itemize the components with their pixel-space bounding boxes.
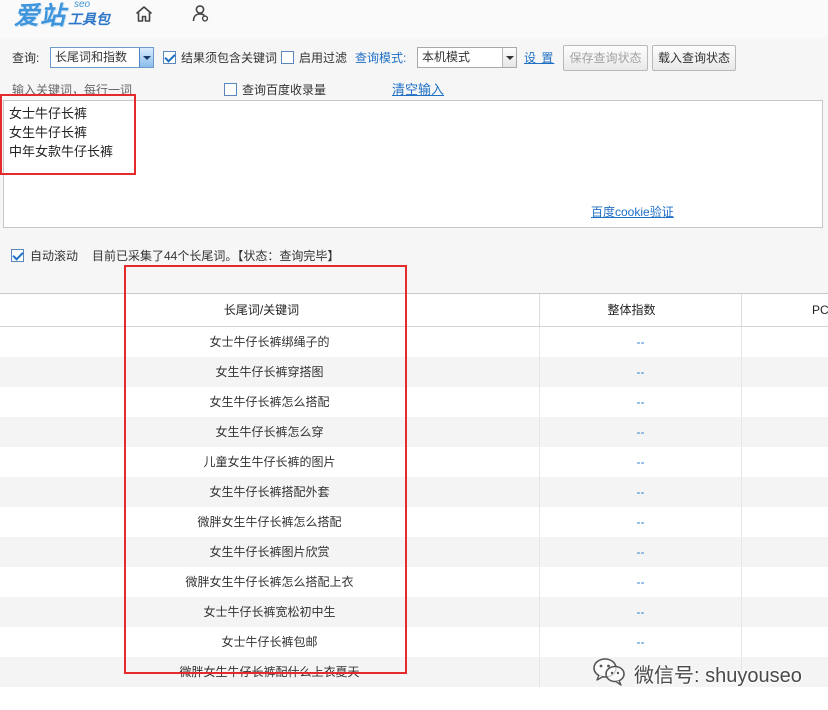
pc-cell — [742, 477, 828, 507]
mode-select[interactable]: 本机模式 — [417, 47, 517, 68]
pc-cell — [742, 627, 828, 657]
table-row[interactable]: 女生牛仔长裤搭配外套 -- — [0, 477, 828, 507]
baidu-cookie-link[interactable]: 百度cookie验证 — [591, 205, 674, 219]
wechat-icon — [592, 656, 628, 688]
keyword-cell: 微胖女生牛仔长裤怎么搭配上衣 — [0, 567, 540, 597]
keyword-cell: 女士牛仔长裤宽松初中生 — [0, 597, 540, 627]
settings-link[interactable]: 设 置 — [524, 51, 554, 65]
table-header: 长尾词/关键词 整体指数 PC — [0, 294, 828, 327]
keyword-input-lines: 女士牛仔长裤 女生牛仔长裤 中年女款牛仔长裤 — [9, 104, 113, 161]
filter-label: 启用过滤 — [299, 51, 348, 65]
keyword-cell: 女生牛仔长裤怎么穿 — [0, 417, 540, 447]
query-label: 查询: — [12, 51, 40, 65]
index-cell: -- — [540, 417, 742, 447]
auto-scroll-checkbox[interactable] — [11, 249, 24, 262]
column-header-index[interactable]: 整体指数 — [540, 294, 742, 326]
index-cell: -- — [540, 387, 742, 417]
index-cell: -- — [540, 567, 742, 597]
table-row[interactable]: 微胖女生牛仔长裤怎么搭配上衣 -- — [0, 567, 828, 597]
must-contain-label: 结果须包含关键词 — [181, 51, 278, 65]
pc-cell — [742, 387, 828, 417]
load-state-button[interactable]: 载入查询状态 — [652, 45, 736, 71]
pc-cell — [742, 357, 828, 387]
index-cell: -- — [540, 447, 742, 477]
app-window: 爱站 seo 工具包 查询: 长尾词和指数 结果须包含关键词 启用过滤 查询模式… — [0, 0, 828, 710]
pc-cell — [742, 507, 828, 537]
table-row[interactable]: 女生牛仔长裤穿搭图 -- — [0, 357, 828, 387]
index-cell: -- — [540, 537, 742, 567]
keyword-cell: 儿童女生牛仔长裤的图片 — [0, 447, 540, 477]
pc-cell — [742, 537, 828, 567]
dropdown-arrow-icon[interactable] — [502, 48, 516, 67]
table-row[interactable]: 儿童女生牛仔长裤的图片 -- — [0, 447, 828, 477]
table-row[interactable]: 微胖女生牛仔长裤怎么搭配 -- — [0, 507, 828, 537]
keyword-cell: 微胖女生牛仔长裤配什么上衣夏天 — [0, 657, 540, 687]
mode-label: 查询模式: — [355, 51, 407, 65]
index-cell: -- — [540, 597, 742, 627]
keyword-line[interactable]: 女生牛仔长裤 — [9, 123, 113, 142]
logo-main: 爱站 — [14, 2, 67, 30]
table-row[interactable]: 女生牛仔长裤怎么搭配 -- — [0, 387, 828, 417]
baidu-index-checkbox[interactable] — [224, 83, 237, 96]
keyword-cell: 女生牛仔长裤图片欣赏 — [0, 537, 540, 567]
user-icon[interactable] — [190, 3, 210, 23]
keyword-line[interactable]: 女士牛仔长裤 — [9, 104, 113, 123]
column-header-pc[interactable]: PC — [742, 294, 828, 326]
keyword-input-hint: 输入关键词，每行一词 — [12, 83, 133, 97]
mode-value: 本机模式 — [422, 50, 471, 64]
index-cell: -- — [540, 357, 742, 387]
pc-cell — [742, 447, 828, 477]
table-row[interactable]: 女士牛仔长裤绑绳子的 -- — [0, 327, 828, 357]
table-row[interactable]: 女生牛仔长裤图片欣赏 -- — [0, 537, 828, 567]
keyword-cell: 女士牛仔长裤绑绳子的 — [0, 327, 540, 357]
query-type-select[interactable]: 长尾词和指数 — [50, 47, 154, 68]
index-cell: -- — [540, 477, 742, 507]
table-row[interactable]: 女士牛仔长裤宽松初中生 -- — [0, 597, 828, 627]
watermark-text: 微信号: shuyouseo — [634, 665, 802, 687]
pc-cell — [742, 417, 828, 447]
results-table: 长尾词/关键词 整体指数 PC 女士牛仔长裤绑绳子的 -- 女生牛仔长裤穿搭图 -- 女… — [0, 293, 828, 710]
save-state-button[interactable]: 保存查询状态 — [563, 45, 648, 71]
table-row[interactable]: 女士牛仔长裤包邮 -- — [0, 627, 828, 657]
app-header: 爱站 seo 工具包 — [0, 0, 828, 38]
table-row[interactable]: 女生牛仔长裤怎么穿 -- — [0, 417, 828, 447]
index-cell: -- — [540, 627, 742, 657]
baidu-index-label: 查询百度收录量 — [242, 83, 327, 97]
column-header-keyword[interactable]: 长尾词/关键词 — [0, 294, 540, 326]
home-icon[interactable] — [134, 4, 154, 24]
status-message: 目前已采集了44个长尾词。【状态：查询完毕】 — [92, 249, 340, 263]
keyword-cell: 女士牛仔长裤包邮 — [0, 627, 540, 657]
pc-cell — [742, 327, 828, 357]
index-cell: -- — [540, 507, 742, 537]
keyword-cell: 微胖女生牛仔长裤怎么搭配 — [0, 507, 540, 537]
logo-sub: 工具包 — [68, 11, 110, 27]
keyword-cell: 女生牛仔长裤怎么搭配 — [0, 387, 540, 417]
keyword-textarea[interactable]: 女士牛仔长裤 女生牛仔长裤 中年女款牛仔长裤 百度cookie验证 — [3, 100, 823, 228]
dropdown-arrow-icon[interactable] — [139, 48, 153, 67]
index-cell: -- — [540, 327, 742, 357]
keyword-cell: 女生牛仔长裤穿搭图 — [0, 357, 540, 387]
results-table-body: 女士牛仔长裤绑绳子的 -- 女生牛仔长裤穿搭图 -- 女生牛仔长裤怎么搭配 -- 女生牛仔长… — [0, 327, 828, 687]
keyword-line[interactable]: 中年女款牛仔长裤 — [9, 142, 113, 161]
query-type-value: 长尾词和指数 — [55, 50, 128, 64]
pc-cell — [742, 567, 828, 597]
keyword-cell: 女生牛仔长裤搭配外套 — [0, 477, 540, 507]
pc-cell — [742, 597, 828, 627]
auto-scroll-label: 自动滚动 — [30, 249, 79, 263]
clear-input-link[interactable]: 清空输入 — [392, 83, 444, 97]
must-contain-checkbox[interactable] — [163, 51, 176, 64]
filter-checkbox[interactable] — [281, 51, 294, 64]
